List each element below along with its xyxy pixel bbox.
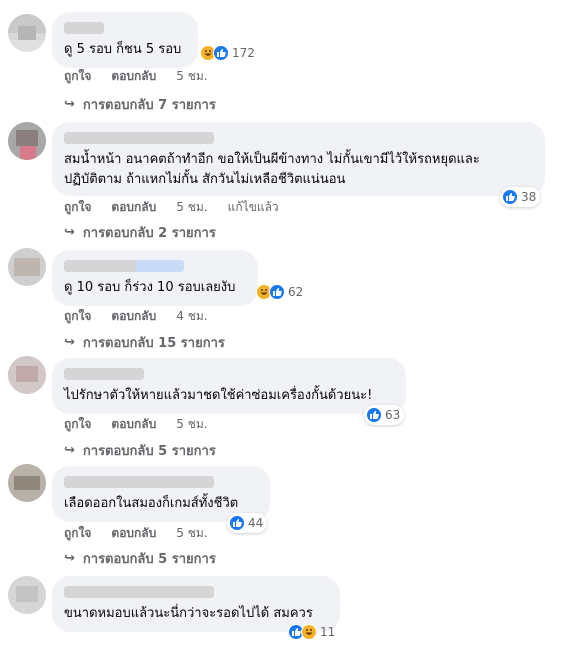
reaction-count: 44 bbox=[248, 516, 264, 530]
reactions[interactable]: 172 bbox=[200, 43, 255, 63]
commenter-name-blurred[interactable] bbox=[64, 22, 104, 34]
replies-label: การตอบกลับ 15 รายการ bbox=[82, 336, 225, 351]
view-replies-link[interactable]: ↪ การตอบกลับ 2 รายการ bbox=[64, 222, 216, 243]
comment-actions: ถูกใจ ตอบกลับ 4 ชม. bbox=[64, 307, 228, 326]
reply-button[interactable]: ตอบกลับ bbox=[111, 415, 156, 434]
comment-text-line: สมน้ำหน้า อนาคตถ้าทำอีก ขอให้เป็นผีข้างท… bbox=[64, 152, 480, 167]
like-icon bbox=[502, 189, 518, 205]
comment-actions: ถูกใจ ตอบกลับ 5 ชม. bbox=[64, 67, 228, 86]
view-replies-link[interactable]: ↪ การตอบกลับ 5 รายการ bbox=[64, 548, 216, 569]
avatar[interactable] bbox=[8, 248, 46, 286]
reaction-count: 172 bbox=[232, 46, 255, 60]
commenter-name-blurred[interactable] bbox=[64, 368, 144, 380]
reactions[interactable]: 11 bbox=[288, 622, 335, 642]
replies-label: การตอบกลับ 7 รายการ bbox=[82, 98, 216, 113]
like-icon bbox=[213, 45, 229, 61]
comment-bubble: สมน้ำหน้า อนาคตถ้าทำอีก ขอให้เป็นผีข้างท… bbox=[52, 122, 545, 196]
reply-arrow-icon: ↪ bbox=[64, 225, 75, 240]
like-icon bbox=[229, 515, 245, 531]
comment-bubble: ดู 5 รอบ ก็ชน 5 รอบ bbox=[52, 12, 198, 68]
comment-text: ไปรักษาตัวให้หายแล้วมาชดใช้ค่าซ่อมเครื่อ… bbox=[64, 388, 373, 403]
reply-arrow-icon: ↪ bbox=[64, 335, 75, 350]
reply-arrow-icon: ↪ bbox=[64, 551, 75, 566]
comment-bubble: ดู 10 รอบ ก็ร่วง 10 รอบเลยงับ bbox=[52, 250, 258, 306]
timestamp[interactable]: 4 ชม. bbox=[176, 307, 207, 326]
view-replies-link[interactable]: ↪ การตอบกลับ 15 รายการ bbox=[64, 332, 225, 353]
comment-text: ขนาดหมอบแล้วนะนี่กว่าจะรอดไปได้ สมควร bbox=[64, 606, 313, 621]
reply-arrow-icon: ↪ bbox=[64, 443, 75, 458]
commenter-name-blurred[interactable] bbox=[64, 260, 184, 272]
replies-label: การตอบกลับ 5 รายการ bbox=[82, 444, 216, 459]
like-button[interactable]: ถูกใจ bbox=[64, 524, 91, 543]
avatar[interactable] bbox=[8, 356, 46, 394]
commenter-name-blurred[interactable] bbox=[64, 586, 214, 598]
reply-button[interactable]: ตอบกลับ bbox=[111, 524, 156, 543]
comment-actions: ถูกใจ ตอบกลับ 5 ชม. bbox=[64, 524, 228, 543]
replies-label: การตอบกลับ 5 รายการ bbox=[82, 552, 216, 567]
avatar[interactable] bbox=[8, 122, 46, 160]
avatar[interactable] bbox=[8, 14, 46, 52]
reactions[interactable]: 38 bbox=[500, 187, 541, 207]
timestamp[interactable]: 5 ชม. bbox=[176, 198, 207, 217]
comment-actions: ถูกใจ ตอบกลับ 5 ชม. แก้ไขแล้ว bbox=[64, 198, 299, 217]
timestamp[interactable]: 5 ชม. bbox=[176, 415, 207, 434]
reactions[interactable]: 63 bbox=[364, 405, 405, 425]
commenter-name-blurred[interactable] bbox=[64, 132, 214, 144]
reactions[interactable]: 62 bbox=[256, 282, 303, 302]
reaction-count: 11 bbox=[320, 625, 336, 639]
comment-text: ดู 5 รอบ ก็ชน 5 รอบ bbox=[64, 42, 182, 57]
haha-icon bbox=[301, 624, 317, 640]
comment-text: เลือดออกในสมองก็เกมส์ทั้งชีวิต bbox=[64, 496, 239, 511]
view-replies-link[interactable]: ↪ การตอบกลับ 5 รายการ bbox=[64, 440, 216, 461]
avatar[interactable] bbox=[8, 576, 46, 614]
like-button[interactable]: ถูกใจ bbox=[64, 307, 91, 326]
commenter-name-blurred[interactable] bbox=[64, 476, 214, 488]
like-button[interactable]: ถูกใจ bbox=[64, 67, 91, 86]
avatar[interactable] bbox=[8, 464, 46, 502]
reply-button[interactable]: ตอบกลับ bbox=[111, 67, 156, 86]
reaction-count: 62 bbox=[288, 285, 304, 299]
reply-arrow-icon: ↪ bbox=[64, 97, 75, 112]
comment-text-line: ปฏิบัติตาม ถ้าแหกไม่กั้น สักวันไม่เหลือช… bbox=[64, 172, 346, 187]
like-icon bbox=[366, 407, 382, 423]
comment-text: ดู 10 รอบ ก็ร่วง 10 รอบเลยงับ bbox=[64, 280, 236, 295]
reaction-count: 63 bbox=[385, 408, 401, 422]
reactions[interactable]: 44 bbox=[227, 513, 268, 533]
reply-button[interactable]: ตอบกลับ bbox=[111, 307, 156, 326]
comment-bubble: ไปรักษาตัวให้หายแล้วมาชดใช้ค่าซ่อมเครื่อ… bbox=[52, 358, 406, 414]
comment-actions: ถูกใจ ตอบกลับ 5 ชม. bbox=[64, 415, 228, 434]
view-replies-link[interactable]: ↪ การตอบกลับ 7 รายการ bbox=[64, 94, 216, 115]
edited-label[interactable]: แก้ไขแล้ว bbox=[228, 198, 279, 217]
like-button[interactable]: ถูกใจ bbox=[64, 415, 91, 434]
reply-button[interactable]: ตอบกลับ bbox=[111, 198, 156, 217]
timestamp[interactable]: 5 ชม. bbox=[176, 524, 207, 543]
like-icon bbox=[269, 284, 285, 300]
replies-label: การตอบกลับ 2 รายการ bbox=[82, 226, 216, 241]
reaction-count: 38 bbox=[521, 190, 537, 204]
like-button[interactable]: ถูกใจ bbox=[64, 198, 91, 217]
timestamp[interactable]: 5 ชม. bbox=[176, 67, 207, 86]
